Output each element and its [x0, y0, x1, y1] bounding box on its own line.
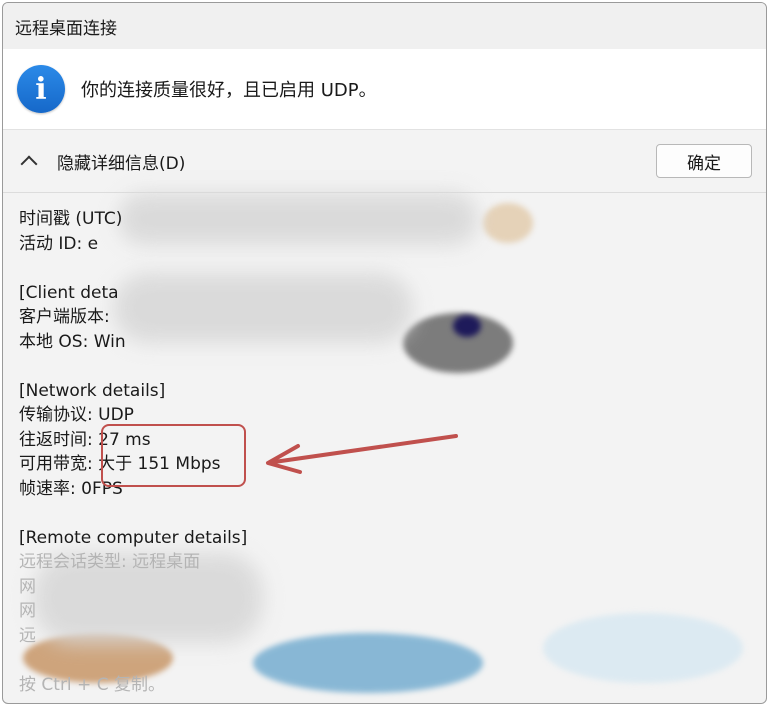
remote-details-header: [Remote computer details] [19, 527, 248, 548]
window-title: 远程桌面连接 [15, 18, 117, 39]
timestamp-line: 时间戳 (UTC) [19, 209, 123, 229]
client-details-header: [Client deta [19, 282, 119, 303]
faded-line: 远 [19, 625, 36, 646]
title-bar: 远程桌面连接 [3, 3, 766, 49]
chevron-up-icon [20, 155, 38, 173]
hide-details-toggle[interactable]: 隐藏详细信息(D) [20, 149, 186, 174]
ok-button[interactable]: 确定 [656, 144, 752, 178]
bandwidth-label: 可用带宽: [19, 454, 99, 474]
info-icon: i [17, 65, 65, 113]
copy-hint: 按 Ctrl + C 复制。 [19, 674, 165, 695]
remote-desktop-dialog: 远程桌面连接 i 你的连接质量很好，且已启用 UDP。 隐藏详细信息(D) 确定… [2, 2, 767, 704]
annotation-arrow-icon [266, 434, 458, 474]
rtt-label: 往返时间: [19, 429, 99, 450]
local-os-line: 本地 OS: Win [19, 331, 126, 352]
client-version-line: 客户端版本: [19, 307, 110, 327]
annotation-highlight-box [101, 424, 246, 487]
faded-line: 网 [19, 576, 36, 597]
activity-id-line: 活动 ID: e [19, 233, 99, 254]
hide-details-label: 隐藏详细信息(D) [57, 153, 186, 174]
connection-quality-message: 你的连接质量很好，且已启用 UDP。 [81, 80, 377, 101]
network-details-header: [Network details] [19, 380, 166, 401]
message-band: i 你的连接质量很好，且已启用 UDP。 [3, 49, 766, 130]
faded-line: 网 [19, 601, 36, 621]
session-type-line: 远程会话类型: 远程桌面 [19, 552, 201, 572]
details-bar: 隐藏详细信息(D) 确定 [3, 130, 766, 193]
